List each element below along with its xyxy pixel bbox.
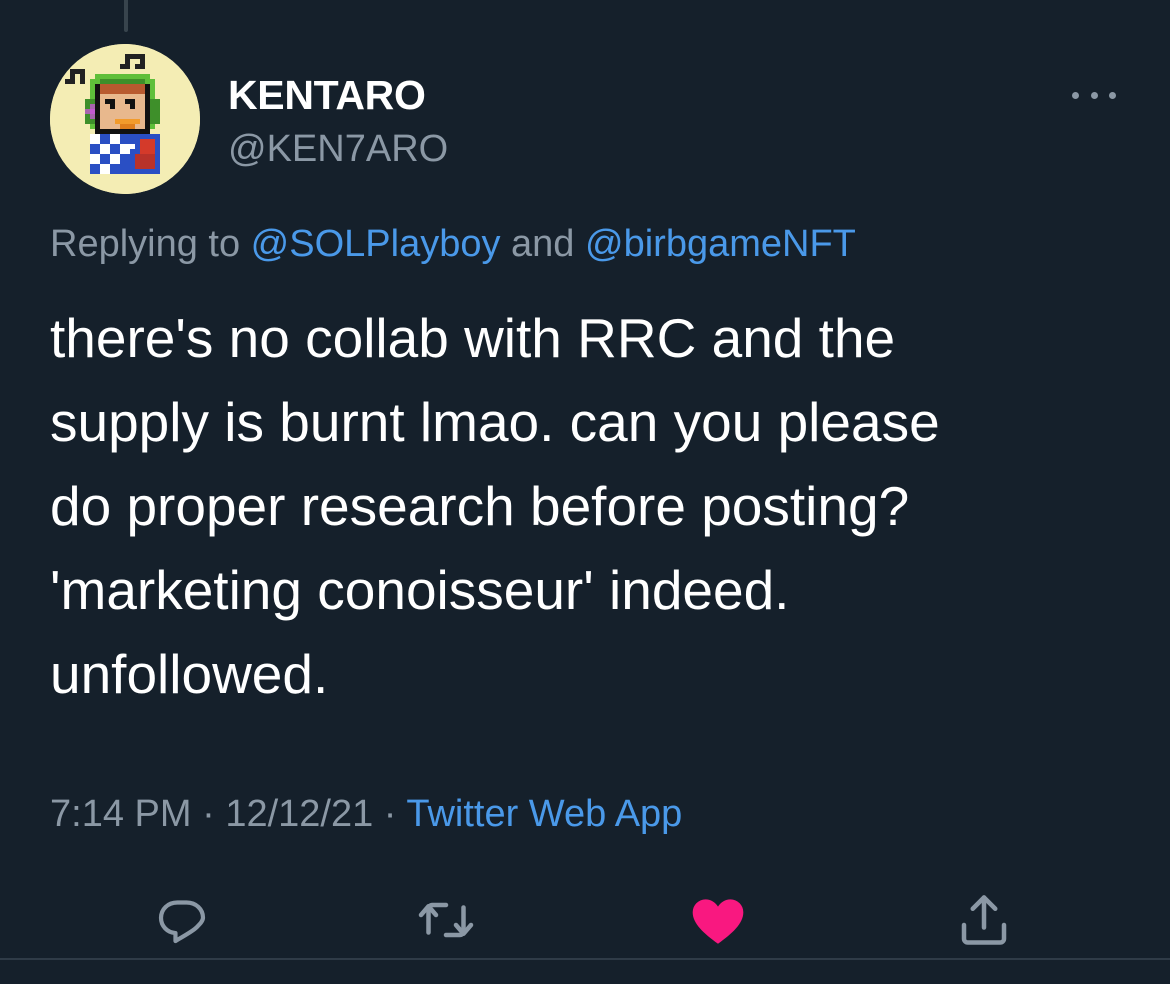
mention-link-solplayboy[interactable]: @SOLPlayboy bbox=[251, 223, 501, 265]
dot bbox=[1090, 91, 1098, 99]
share-icon bbox=[961, 895, 1007, 945]
author-name[interactable]: KENTARO bbox=[228, 71, 426, 119]
action-bar bbox=[0, 880, 1170, 960]
avatar[interactable] bbox=[50, 44, 200, 194]
tweet-metadata: 7:14 PM · 12/12/21 · Twitter Web App bbox=[50, 790, 682, 838]
thread-connector-line bbox=[124, 0, 128, 32]
tweet-line: supply is burnt lmao. can you please bbox=[50, 391, 940, 453]
reply-icon bbox=[158, 900, 206, 944]
mention-link-birbgamenft[interactable]: @birbgameNFT bbox=[585, 223, 856, 265]
tweet-source-link[interactable]: Twitter Web App bbox=[406, 793, 682, 835]
replying-joiner: and bbox=[500, 223, 586, 265]
meta-separator: · bbox=[373, 793, 407, 835]
like-button[interactable] bbox=[686, 888, 750, 952]
pixel-avatar-image bbox=[50, 44, 200, 194]
retweet-icon bbox=[418, 902, 474, 938]
reply-button[interactable] bbox=[150, 888, 214, 952]
tweet-date[interactable]: 12/12/21 bbox=[225, 793, 373, 835]
tweet-time[interactable]: 7:14 PM bbox=[50, 793, 192, 835]
dot bbox=[1072, 91, 1079, 99]
bottom-divider bbox=[0, 958, 1170, 960]
share-button[interactable] bbox=[952, 888, 1016, 952]
tweet-text: there's no collab with RRC and the suppl… bbox=[50, 296, 1130, 716]
replying-to-line: Replying to @SOLPlayboy and @birbgameNFT bbox=[50, 220, 856, 268]
more-options-icon[interactable] bbox=[1068, 80, 1120, 110]
dot bbox=[1109, 91, 1116, 99]
tweet-line: 'marketing conoisseur' indeed. bbox=[50, 559, 790, 621]
like-icon bbox=[692, 899, 744, 944]
replying-prefix: Replying to bbox=[50, 223, 251, 265]
tweet-line: there's no collab with RRC and the bbox=[50, 307, 896, 369]
tweet-line: do proper research before posting? bbox=[50, 475, 910, 537]
author-handle[interactable]: @KEN7ARO bbox=[228, 126, 448, 172]
retweet-button[interactable] bbox=[414, 888, 478, 952]
tweet-line: unfollowed. bbox=[50, 643, 329, 705]
meta-separator: · bbox=[191, 793, 226, 835]
